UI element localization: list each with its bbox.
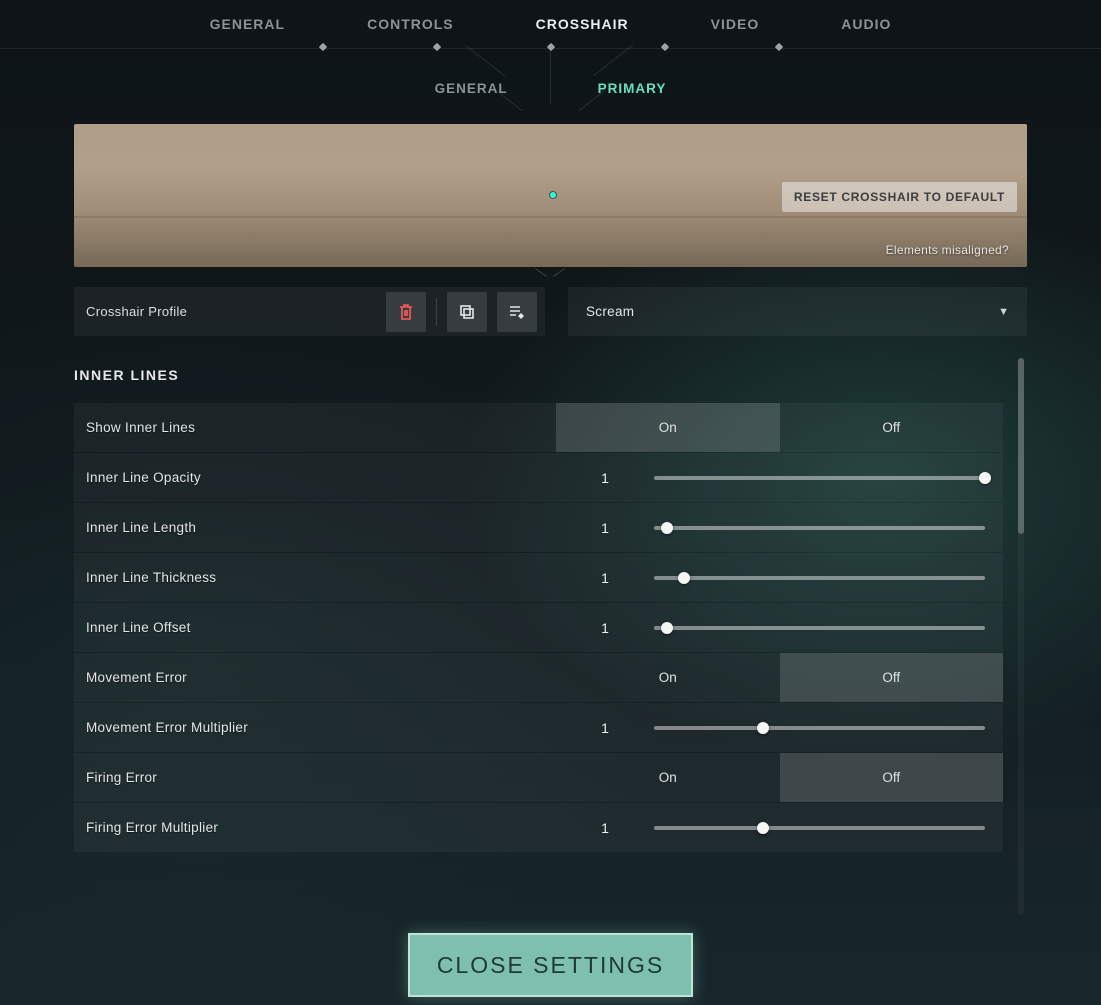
setting-label: Firing Error — [74, 770, 556, 785]
slider-track[interactable] — [654, 826, 985, 830]
crosshair-dot — [550, 192, 556, 198]
setting-row: Inner Line Length1 — [74, 503, 1003, 552]
toggle-on[interactable]: On — [556, 653, 780, 702]
tab-audio[interactable]: AUDIO — [841, 16, 891, 32]
setting-row: Inner Line Thickness1 — [74, 553, 1003, 602]
setting-label: Inner Line Opacity — [74, 470, 556, 485]
slider-control: 1 — [556, 453, 1003, 502]
slider-value: 1 — [556, 620, 654, 636]
slider-control: 1 — [556, 703, 1003, 752]
scrollbar-thumb[interactable] — [1018, 358, 1024, 534]
setting-label: Inner Line Offset — [74, 620, 556, 635]
slider-control: 1 — [556, 553, 1003, 602]
tab-crosshair[interactable]: CROSSHAIR — [536, 16, 629, 32]
profile-icon-row — [386, 292, 537, 332]
toggle-control: OnOff — [556, 753, 1003, 802]
setting-label: Inner Line Thickness — [74, 570, 556, 585]
slider-thumb[interactable] — [757, 822, 769, 834]
slider-value: 1 — [556, 720, 654, 736]
toggle-control: OnOff — [556, 653, 1003, 702]
close-settings-button[interactable]: CLOSE SETTINGS — [408, 933, 693, 997]
profile-panel: Crosshair Profile — [74, 287, 545, 336]
reset-crosshair-button[interactable]: RESET CROSSHAIR TO DEFAULT — [782, 182, 1017, 212]
tab-video[interactable]: VIDEO — [711, 16, 760, 32]
subtab-primary[interactable]: PRIMARY — [598, 81, 667, 96]
slider-track[interactable] — [654, 726, 985, 730]
setting-row: Inner Line Offset1 — [74, 603, 1003, 652]
misaligned-link[interactable]: Elements misaligned? — [886, 243, 1009, 257]
setting-row: Firing ErrorOnOff — [74, 753, 1003, 802]
trash-icon — [398, 303, 414, 321]
setting-label: Firing Error Multiplier — [74, 820, 556, 835]
slider-control: 1 — [556, 803, 1003, 852]
duplicate-profile-button[interactable] — [447, 292, 487, 332]
setting-label: Inner Line Length — [74, 520, 556, 535]
toggle-off[interactable]: Off — [780, 653, 1004, 702]
toggle-control: OnOff — [556, 403, 1003, 452]
slider-thumb[interactable] — [678, 572, 690, 584]
subtab-general[interactable]: GENERAL — [435, 81, 508, 96]
slider-track[interactable] — [654, 626, 985, 630]
setting-row: Movement ErrorOnOff — [74, 653, 1003, 702]
toggle-off[interactable]: Off — [780, 403, 1004, 452]
edit-profile-button[interactable] — [497, 292, 537, 332]
delete-profile-button[interactable] — [386, 292, 426, 332]
setting-label: Show Inner Lines — [74, 420, 556, 435]
top-nav: GENERAL CONTROLS CROSSHAIR VIDEO AUDIO — [0, 0, 1101, 48]
section-title: INNER LINES — [74, 367, 1027, 383]
icon-divider — [436, 298, 437, 326]
edit-list-icon — [508, 304, 526, 320]
slider-thumb[interactable] — [661, 522, 673, 534]
tab-general[interactable]: GENERAL — [210, 16, 285, 32]
slider-control: 1 — [556, 503, 1003, 552]
slider-value: 1 — [556, 570, 654, 586]
chevron-down-icon: ▼ — [998, 306, 1009, 318]
settings-list: INNER LINES Show Inner LinesOnOffInner L… — [74, 355, 1027, 915]
setting-row: Firing Error Multiplier1 — [74, 803, 1003, 852]
toggle-off[interactable]: Off — [780, 753, 1004, 802]
setting-label: Movement Error — [74, 670, 556, 685]
slider-thumb[interactable] — [757, 722, 769, 734]
profile-dropdown[interactable]: Scream ▼ — [568, 287, 1027, 336]
sub-nav: GENERAL PRIMARY — [0, 72, 1101, 104]
setting-row: Movement Error Multiplier1 — [74, 703, 1003, 752]
preview-notch — [540, 267, 560, 279]
slider-value: 1 — [556, 470, 654, 486]
slider-control: 1 — [556, 603, 1003, 652]
slider-thumb[interactable] — [979, 472, 991, 484]
profile-label: Crosshair Profile — [86, 304, 187, 319]
toggle-on[interactable]: On — [556, 753, 780, 802]
setting-label: Movement Error Multiplier — [74, 720, 556, 735]
duplicate-icon — [458, 303, 476, 321]
slider-track[interactable] — [654, 526, 985, 530]
slider-track[interactable] — [654, 576, 985, 580]
crosshair-preview: RESET CROSSHAIR TO DEFAULT Elements misa… — [74, 124, 1027, 267]
slider-value: 1 — [556, 820, 654, 836]
setting-row: Show Inner LinesOnOff — [74, 403, 1003, 452]
tab-controls[interactable]: CONTROLS — [367, 16, 454, 32]
toggle-on[interactable]: On — [556, 403, 780, 452]
slider-value: 1 — [556, 520, 654, 536]
slider-thumb[interactable] — [661, 622, 673, 634]
slider-track[interactable] — [654, 476, 985, 480]
scrollbar[interactable] — [1018, 358, 1024, 915]
setting-row: Inner Line Opacity1 — [74, 453, 1003, 502]
profile-selected: Scream — [586, 304, 634, 319]
